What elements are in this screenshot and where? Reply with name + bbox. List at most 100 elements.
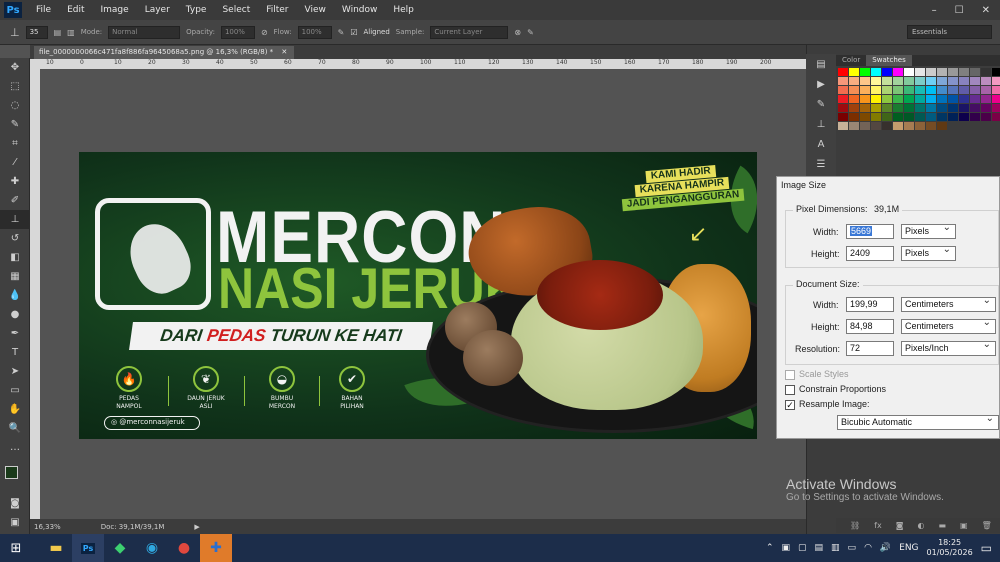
eraser-tool-icon[interactable]: ◧: [0, 248, 30, 267]
active-app-taskbar-icon[interactable]: ✚: [200, 534, 232, 562]
color-swatch[interactable]: [882, 113, 892, 121]
color-swatch[interactable]: [904, 86, 914, 94]
screen-mode-icon[interactable]: ▣: [0, 513, 30, 532]
pixel-width-unit-select[interactable]: Pixels: [901, 222, 956, 239]
color-swatch[interactable]: [860, 86, 870, 94]
color-swatch[interactable]: [948, 77, 958, 85]
menu-layer[interactable]: Layer: [137, 5, 178, 15]
color-swatch[interactable]: [959, 113, 969, 121]
color-swatch[interactable]: [838, 104, 848, 112]
color-swatch[interactable]: [860, 95, 870, 103]
tray-app-icon[interactable]: ▥: [831, 543, 840, 553]
color-swatch[interactable]: [849, 68, 859, 76]
menu-filter[interactable]: Filter: [258, 5, 296, 15]
color-swatch[interactable]: [904, 113, 914, 121]
color-swatch[interactable]: [871, 122, 881, 130]
color-swatch[interactable]: [882, 104, 892, 112]
doc-height-unit-select[interactable]: Centimeters: [901, 317, 996, 334]
marquee-tool-icon[interactable]: ⬚: [0, 77, 30, 96]
volume-icon[interactable]: 🔊: [880, 543, 891, 553]
clone-source-icon[interactable]: ▥: [67, 28, 75, 37]
doc-width-input[interactable]: 199,99: [846, 297, 894, 312]
blur-tool-icon[interactable]: 💧: [0, 286, 30, 305]
tray-app-icon[interactable]: ▢: [798, 543, 807, 553]
color-swatch[interactable]: [970, 95, 980, 103]
color-swatch[interactable]: [838, 68, 848, 76]
pixel-height-unit-select[interactable]: Pixels: [901, 244, 956, 261]
path-select-tool-icon[interactable]: ➤: [0, 362, 30, 381]
color-swatch[interactable]: [893, 113, 903, 121]
color-swatch[interactable]: [904, 95, 914, 103]
color-swatch[interactable]: [882, 86, 892, 94]
pixel-width-input[interactable]: 5669: [846, 224, 894, 239]
color-swatch[interactable]: [981, 86, 991, 94]
actions-play-icon[interactable]: ▶: [806, 74, 836, 94]
mask-icon[interactable]: ◙: [896, 521, 904, 530]
brush-tool-icon[interactable]: ✐: [0, 191, 30, 210]
zoom-tool-icon[interactable]: 🔍: [0, 419, 30, 438]
sample-select[interactable]: Current Layer: [430, 25, 509, 39]
shape-tool-icon[interactable]: ▭: [0, 381, 30, 400]
ignore-adjustment-icon[interactable]: ⊗: [514, 28, 521, 37]
quick-select-tool-icon[interactable]: ✎: [0, 115, 30, 134]
color-swatch[interactable]: [904, 122, 914, 130]
eyedropper-tool-icon[interactable]: ⁄: [0, 153, 30, 172]
color-swatch[interactable]: [915, 104, 925, 112]
color-swatch[interactable]: [970, 104, 980, 112]
color-swatch[interactable]: [926, 113, 936, 121]
color-swatch[interactable]: [926, 68, 936, 76]
color-swatch[interactable]: [937, 68, 947, 76]
resolution-unit-select[interactable]: Pixels/Inch: [901, 339, 996, 356]
color-swatch[interactable]: [992, 104, 1000, 112]
color-swatch[interactable]: [871, 113, 881, 121]
more-tools-icon[interactable]: …: [0, 438, 30, 457]
constrain-proportions-checkbox[interactable]: [785, 385, 795, 395]
doc-width-unit-select[interactable]: Centimeters: [901, 295, 996, 312]
color-swatch[interactable]: [992, 95, 1000, 103]
opacity-input[interactable]: 100%: [220, 25, 255, 39]
folder-icon[interactable]: ▬: [938, 521, 946, 530]
color-swatch[interactable]: [937, 86, 947, 94]
battery-icon[interactable]: ▭: [848, 543, 857, 553]
color-swatch[interactable]: [926, 122, 936, 130]
menu-image[interactable]: Image: [93, 5, 137, 15]
color-swatch[interactable]: [838, 95, 848, 103]
color-swatch[interactable]: [871, 104, 881, 112]
color-swatch[interactable]: [860, 77, 870, 85]
brush-size[interactable]: 35: [25, 25, 48, 39]
color-swatch[interactable]: [882, 68, 892, 76]
color-swatch[interactable]: [981, 68, 991, 76]
maximize-icon[interactable]: ☐: [955, 5, 964, 16]
clone-source-panel-icon[interactable]: ⊥: [806, 114, 836, 134]
color-swatch[interactable]: [849, 113, 859, 121]
color-swatch[interactable]: [915, 77, 925, 85]
menu-select[interactable]: Select: [214, 5, 258, 15]
color-swatch[interactable]: [948, 68, 958, 76]
move-tool-icon[interactable]: ✥: [0, 58, 30, 77]
doc-height-input[interactable]: 84,98: [846, 319, 894, 334]
lasso-tool-icon[interactable]: ◌: [0, 96, 30, 115]
tab-close-icon[interactable]: ✕: [281, 48, 287, 56]
color-swatch[interactable]: [893, 122, 903, 130]
color-swatch[interactable]: [849, 122, 859, 130]
color-swatch[interactable]: [893, 95, 903, 103]
color-swatch[interactable]: [915, 68, 925, 76]
foreground-color-swatch[interactable]: [5, 466, 18, 479]
gradient-tool-icon[interactable]: ▦: [0, 267, 30, 286]
menu-file[interactable]: File: [28, 5, 59, 15]
color-swatch[interactable]: [926, 77, 936, 85]
color-swatch[interactable]: [926, 104, 936, 112]
tray-app-icon[interactable]: ▣: [781, 543, 790, 553]
color-swatch[interactable]: [981, 95, 991, 103]
color-swatch[interactable]: [871, 68, 881, 76]
color-swatch[interactable]: [893, 68, 903, 76]
color-swatch[interactable]: [871, 77, 881, 85]
color-swatch[interactable]: [915, 122, 925, 130]
color-swatch[interactable]: [937, 77, 947, 85]
color-swatch[interactable]: [959, 104, 969, 112]
tab-swatches[interactable]: Swatches: [866, 55, 912, 66]
close-icon[interactable]: ✕: [982, 5, 990, 16]
color-swatch[interactable]: [860, 68, 870, 76]
new-layer-icon[interactable]: ▣: [960, 521, 968, 530]
color-swatch[interactable]: [849, 104, 859, 112]
